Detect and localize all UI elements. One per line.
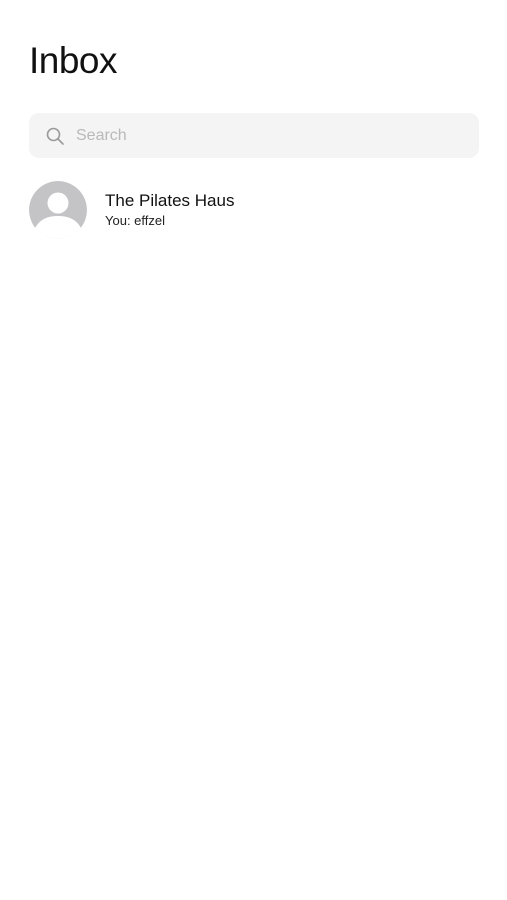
conversation-item[interactable]: The Pilates Haus You: effzel — [29, 180, 479, 240]
conversation-name: The Pilates Haus — [105, 191, 235, 210]
conversation-text: The Pilates Haus You: effzel — [105, 191, 234, 229]
search-icon — [45, 126, 65, 146]
page-title: Inbox — [29, 40, 118, 81]
conversation-preview: You: effzel — [105, 213, 165, 228]
search-input[interactable] — [76, 126, 456, 145]
default-avatar-icon — [29, 181, 87, 239]
search-bar[interactable] — [29, 113, 479, 158]
